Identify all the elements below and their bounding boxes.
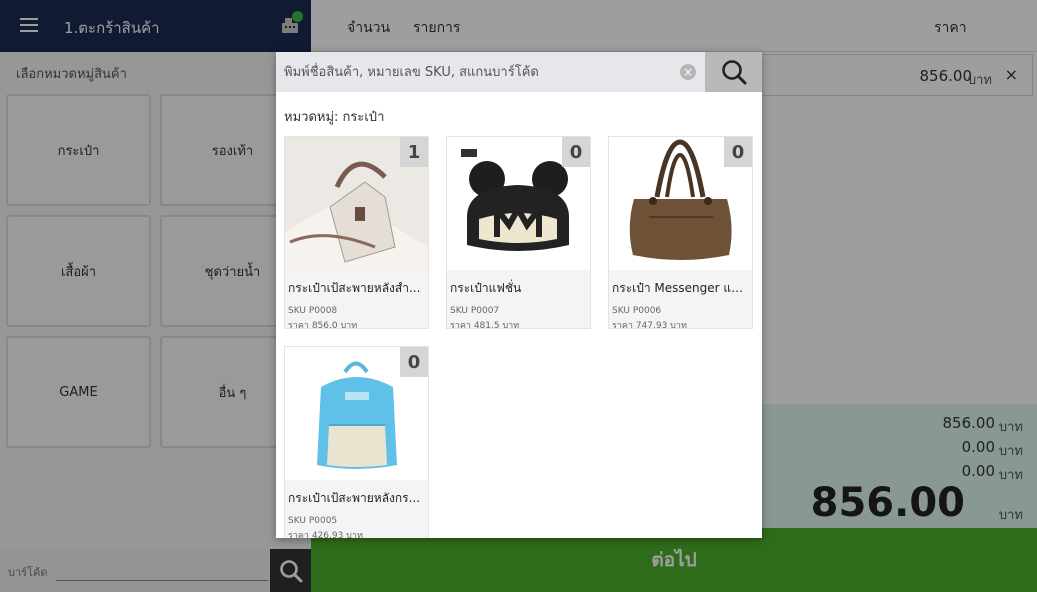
product-price: ราคา 426.93 บาท <box>288 531 363 538</box>
search-icon <box>721 60 746 85</box>
product-name: กระเป๋าเป้สะพายหลังกร... <box>288 491 421 505</box>
product-card[interactable]: 0 กระเป๋าเป้สะพายหลังกร... SKU P0005 ราค… <box>284 346 429 538</box>
product-card[interactable]: 0 กระเป๋าแฟชั่น SKU P0007 ราคา 481.5 บาท <box>446 136 591 331</box>
product-price: ราคา 747.93 บาท <box>612 321 687 331</box>
stock-count-badge: 1 <box>400 137 428 167</box>
product-name: กระเป๋า Messenger แบ... <box>612 281 750 295</box>
product-sku: SKU P0006 <box>612 306 662 316</box>
product-sku: SKU P0007 <box>450 306 500 316</box>
stock-count-badge: 0 <box>562 137 590 167</box>
product-picker-dialog: × หมวดหมู่: กระเป๋า 1 กระเป๋าเป้สะพายหลั… <box>276 52 762 538</box>
search-button[interactable] <box>705 52 762 92</box>
product-info: กระเป๋าแฟชั่น SKU P0007 ราคา 481.5 บาท <box>447 270 590 331</box>
stock-count-badge: 0 <box>400 347 428 377</box>
product-price: ราคา 856.0 บาท <box>288 321 358 331</box>
stock-count-badge: 0 <box>724 137 752 167</box>
product-info: กระเป๋า Messenger แบ... SKU P0006 ราคา 7… <box>609 270 752 331</box>
product-info: กระเป๋าเป้สะพายหลังสำ... SKU P0008 ราคา … <box>285 270 428 331</box>
category-label: หมวดหมู่: กระเป๋า <box>284 110 385 125</box>
product-card[interactable]: 1 กระเป๋าเป้สะพายหลังสำ... SKU P0008 ราค… <box>284 136 429 331</box>
product-sku: SKU P0005 <box>288 516 338 526</box>
product-card[interactable]: 0 กระเป๋า Messenger แบ... SKU P0006 ราคา… <box>608 136 753 331</box>
search-input[interactable] <box>284 61 674 83</box>
product-sku: SKU P0008 <box>288 306 338 316</box>
clear-icon[interactable]: × <box>680 64 696 80</box>
product-name: กระเป๋าเป้สะพายหลังสำ... <box>288 281 421 295</box>
product-info: กระเป๋าเป้สะพายหลังกร... SKU P0005 ราคา … <box>285 480 428 538</box>
product-name: กระเป๋าแฟชั่น <box>450 281 522 295</box>
search-bar: × <box>276 52 762 92</box>
product-price: ราคา 481.5 บาท <box>450 321 520 331</box>
